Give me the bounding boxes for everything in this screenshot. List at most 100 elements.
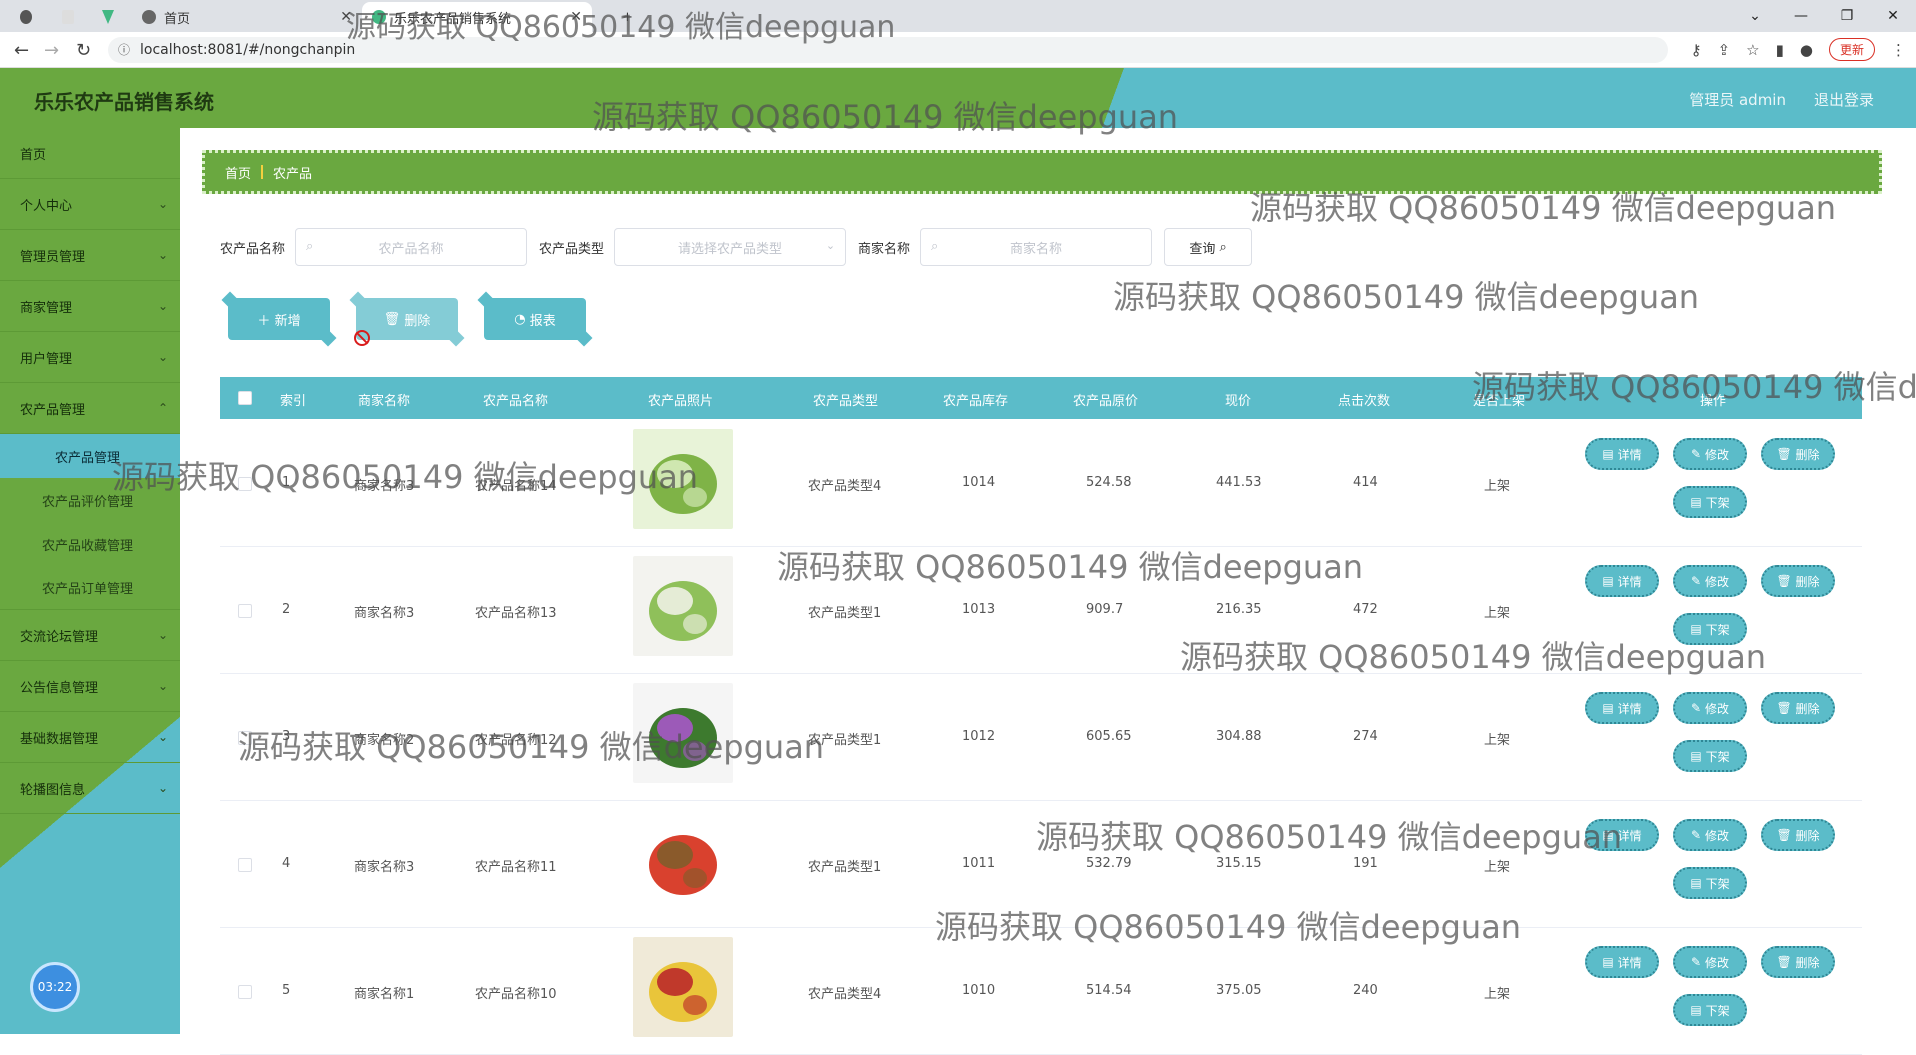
- browser-profile-icon[interactable]: [10, 2, 50, 32]
- product-type-placeholder: 请选择农产品类型: [678, 241, 783, 257]
- sidepanel-icon[interactable]: ▮: [1776, 41, 1784, 59]
- cell-index: 1: [282, 475, 291, 490]
- edit-button[interactable]: ✎ 修改: [1673, 565, 1747, 597]
- star-icon[interactable]: ☆: [1746, 41, 1759, 59]
- edit-label: 修改: [1704, 955, 1729, 970]
- close-icon[interactable]: ✕: [570, 9, 582, 25]
- sidebar-subitem-reviews[interactable]: 农产品评价管理: [0, 478, 180, 522]
- close-window-icon[interactable]: ✕: [1870, 0, 1916, 32]
- close-icon[interactable]: ✕: [340, 9, 352, 25]
- add-button[interactable]: ＋ 新增: [228, 298, 330, 340]
- cell-stock: 1010: [962, 983, 996, 998]
- profile-icon[interactable]: ●: [1800, 41, 1813, 59]
- logout-link[interactable]: 退出登录: [1814, 89, 1874, 110]
- cell-shop-name: 商家名称3: [354, 479, 415, 494]
- cell-clicks: 240: [1353, 983, 1378, 998]
- row-checkbox[interactable]: [238, 604, 252, 618]
- delete-button[interactable]: 🗑 删除: [1761, 692, 1835, 724]
- offshelf-button[interactable]: ▤ 下架: [1673, 740, 1747, 772]
- edit-button[interactable]: ✎ 修改: [1673, 692, 1747, 724]
- sidebar-subitem-products[interactable]: 农产品管理: [0, 434, 180, 478]
- url-field[interactable]: ⓘ localhost:8081/#/nongchanpin: [108, 37, 1668, 63]
- edit-label: 修改: [1704, 447, 1729, 462]
- tab-vue[interactable]: [92, 2, 132, 32]
- edit-button[interactable]: ✎ 修改: [1673, 819, 1747, 851]
- offshelf-label: 下架: [1705, 622, 1730, 637]
- product-photo[interactable]: [633, 683, 733, 783]
- tab-home[interactable]: 首页 ✕: [132, 2, 362, 32]
- sidebar-item-admins[interactable]: 管理员管理 ⌄: [0, 230, 180, 281]
- row-checkbox[interactable]: [238, 858, 252, 872]
- edit-button[interactable]: ✎ 修改: [1673, 946, 1747, 978]
- delete-button[interactable]: 🗑 删除: [1761, 946, 1835, 978]
- chevron-down-icon[interactable]: ⌄: [1732, 0, 1778, 32]
- key-icon[interactable]: ⚷: [1691, 41, 1702, 59]
- batch-delete-button[interactable]: 🗑 删除: [356, 298, 458, 340]
- product-photo[interactable]: [633, 810, 733, 910]
- document-icon: ▤: [1602, 574, 1614, 588]
- product-photo[interactable]: [633, 556, 733, 656]
- sidebar-item-forum[interactable]: 交流论坛管理 ⌄: [0, 610, 180, 661]
- sidebar-item-basedata[interactable]: 基础数据管理 ⌄: [0, 712, 180, 763]
- detail-button[interactable]: ▤ 详情: [1585, 692, 1659, 724]
- offshelf-button[interactable]: ▤ 下架: [1673, 994, 1747, 1026]
- breadcrumb-home[interactable]: 首页: [225, 163, 251, 182]
- edit-label: 修改: [1704, 828, 1729, 843]
- globe-icon: [142, 10, 156, 24]
- sidebar-item-merchants[interactable]: 商家管理 ⌄: [0, 281, 180, 332]
- menu-icon[interactable]: ⋮: [1891, 41, 1906, 59]
- sidebar-item-label: 公告信息管理: [20, 680, 99, 696]
- delete-button[interactable]: 🗑 删除: [1761, 438, 1835, 470]
- detail-button[interactable]: ▤ 详情: [1585, 438, 1659, 470]
- delete-button[interactable]: 🗑 删除: [1761, 565, 1835, 597]
- sidebar-item-home[interactable]: 首页: [0, 128, 180, 179]
- restore-icon[interactable]: ❐: [1824, 0, 1870, 32]
- cell-product-type: 农产品类型4: [808, 479, 882, 494]
- row-checkbox[interactable]: [238, 731, 252, 745]
- column-header: 点击次数: [1338, 394, 1391, 409]
- product-name-input[interactable]: ⌕ 农产品名称: [295, 228, 528, 266]
- cell-stock: 1012: [962, 729, 996, 744]
- chevron-down-icon: ⌄: [157, 350, 168, 364]
- row-checkbox[interactable]: [238, 477, 252, 491]
- delete-button[interactable]: 🗑 删除: [1761, 819, 1835, 851]
- product-photo[interactable]: [633, 937, 733, 1037]
- back-icon[interactable]: ←: [14, 40, 29, 61]
- sidebar-item-notices[interactable]: 公告信息管理 ⌄: [0, 661, 180, 712]
- query-button[interactable]: 查询 ⌕: [1164, 228, 1253, 266]
- forward-icon[interactable]: →: [44, 40, 59, 61]
- document-icon: ▤: [1602, 828, 1614, 842]
- product-photo[interactable]: [633, 429, 733, 529]
- sidebar-item-products[interactable]: 农产品管理 ⌃: [0, 383, 180, 434]
- shop-name-input[interactable]: ⌕ 商家名称: [920, 228, 1153, 266]
- pencil-icon: ✎: [1691, 574, 1702, 588]
- sidebar-item-users[interactable]: 用户管理 ⌄: [0, 332, 180, 383]
- cell-index: 2: [282, 602, 291, 617]
- row-checkbox[interactable]: [238, 985, 252, 999]
- tab-active[interactable]: 乐乐农产品销售系统 ✕: [362, 2, 592, 32]
- tab-blank[interactable]: [52, 2, 92, 32]
- detail-button[interactable]: ▤ 详情: [1585, 946, 1659, 978]
- reload-icon[interactable]: ↻: [76, 40, 91, 61]
- new-tab-button[interactable]: +: [612, 2, 643, 32]
- sidebar-item-carousel[interactable]: 轮播图信息 ⌄: [0, 763, 180, 814]
- minimize-icon[interactable]: —: [1778, 0, 1824, 32]
- share-icon[interactable]: ⇪: [1718, 41, 1731, 59]
- product-type-select[interactable]: 请选择农产品类型 ⌄: [614, 228, 847, 266]
- update-button[interactable]: 更新: [1828, 38, 1875, 61]
- offshelf-button[interactable]: ▤ 下架: [1673, 613, 1747, 645]
- detail-button[interactable]: ▤ 详情: [1585, 565, 1659, 597]
- select-all-checkbox[interactable]: [238, 391, 252, 405]
- sidebar-subitem-favorites[interactable]: 农产品收藏管理: [0, 522, 180, 566]
- offshelf-button[interactable]: ▤ 下架: [1673, 486, 1747, 518]
- search-icon: ⌕: [306, 239, 314, 254]
- sidebar-subitem-orders[interactable]: 农产品订单管理: [0, 566, 180, 610]
- edit-button[interactable]: ✎ 修改: [1673, 438, 1747, 470]
- detail-button[interactable]: ▤ 详情: [1585, 819, 1659, 851]
- offshelf-button[interactable]: ▤ 下架: [1673, 867, 1747, 899]
- trash-icon: 🗑: [1776, 955, 1792, 969]
- sidebar-item-profile[interactable]: 个人中心 ⌄: [0, 179, 180, 230]
- table-header: 索引 商家名称 农产品名称 农产品照片 农产品类型 农产品库存 农产品原价 现价…: [220, 377, 1862, 419]
- cell-index: 3: [282, 729, 291, 744]
- report-button[interactable]: ◔ 报表: [484, 298, 586, 340]
